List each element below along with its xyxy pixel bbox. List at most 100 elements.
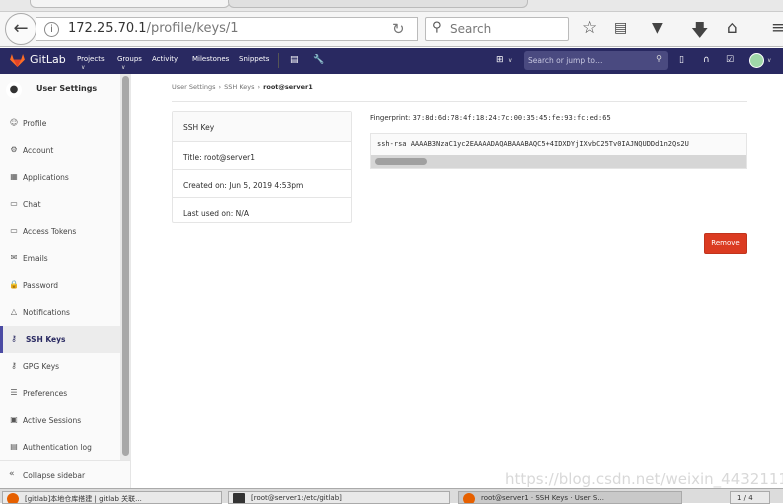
sidebar-header[interactable]: ● User Settings [0, 74, 120, 106]
horizontal-scrollbar[interactable] [371, 155, 746, 168]
key-title: Title: root@server1 [173, 142, 351, 170]
reload-icon[interactable]: ↻ [392, 20, 405, 38]
breadcrumb: User Settings › SSH Keys › root@server1 [172, 83, 313, 91]
profile-icon: ☺ [9, 118, 19, 127]
browser-search-input[interactable]: ⚲ Search [425, 17, 569, 41]
taskbar-label: [root@server1:/etc/gitlab] [251, 494, 342, 502]
gitlab-navbar: GitLab Projects ∨ Groups ∨ Activity Mile… [0, 48, 783, 74]
sidebar-item-authentication-log[interactable]: ▤ Authentication log [0, 434, 120, 461]
taskbar-item-active[interactable]: root@server1 · SSH Keys · User S... [458, 491, 682, 504]
pocket-icon[interactable]: ▼ [652, 20, 663, 36]
back-icon[interactable]: ← [5, 13, 37, 45]
taskbar-label: [gitlab]本地仓库搭建 | gitlab 关联... [25, 495, 142, 503]
browser-tab-strip [0, 0, 783, 12]
sidebar-item-ssh-keys[interactable]: ⚷ SSH Keys [0, 326, 120, 353]
workspace-pager[interactable]: 1 / 4 [730, 491, 770, 504]
sidebar-item-label: Profile [23, 119, 47, 128]
nav-groups[interactable]: Groups [117, 55, 142, 63]
public-key-text[interactable]: ssh-rsa AAAAB3NzaC1yc2EAAAADAQABAAABAQC5… [377, 140, 689, 148]
sidebar-scrollbar[interactable] [120, 74, 131, 460]
key-created: Created on: Jun 5, 2019 4:53pm [173, 170, 351, 198]
sidebar-item-applications[interactable]: ▦ Applications [0, 164, 120, 191]
scrollbar-thumb[interactable] [375, 158, 427, 165]
fingerprint-label: Fingerprint: [370, 114, 411, 122]
sidebar-item-gpg-keys[interactable]: ⚷ GPG Keys [0, 353, 120, 380]
double-chevron-left-icon: « [9, 469, 15, 479]
account-icon: ⚙ [10, 145, 18, 154]
sidebar-item-preferences[interactable]: ☰ Preferences [0, 380, 120, 407]
card-header: SSH Key [173, 112, 351, 142]
chevron-right-icon: › [257, 83, 261, 91]
reading-list-icon[interactable]: ▤ [614, 20, 627, 36]
search-placeholder: Search or jump to… [528, 56, 603, 65]
breadcrumb-ssh-keys[interactable]: SSH Keys [224, 83, 254, 91]
sidebar: ● User Settings ☺ Profile ⚙ Account ▦ Applica… [0, 74, 131, 488]
taskbar-item[interactable]: [root@server1:/etc/gitlab] [228, 491, 450, 504]
gitlab-search-input[interactable]: Search or jump to… ⚲ [524, 51, 668, 70]
sidebar-item-label: Notifications [23, 308, 70, 317]
wrench-icon[interactable]: 🔧 [313, 55, 324, 65]
lock-icon: 🔒 [9, 280, 19, 289]
sidebar-item-profile[interactable]: ☺ Profile [0, 110, 120, 137]
issues-icon[interactable]: ▯ [679, 55, 684, 65]
sidebar-item-label: Emails [23, 254, 48, 263]
gitlab-brand[interactable]: GitLab [30, 53, 66, 66]
download-icon[interactable]: 🡇 [691, 18, 708, 47]
nav-activity[interactable]: Activity [152, 55, 178, 63]
sidebar-item-label: Access Tokens [23, 227, 77, 236]
sidebar-item-label: Password [23, 281, 59, 290]
url-path: /profile/keys/1 [146, 21, 239, 36]
email-icon: ✉ [10, 253, 18, 262]
url-bar[interactable]: i 172.25.70.1/profile/keys/1 ↻ [36, 17, 418, 41]
url-host: 172.25.70.1 [68, 21, 147, 36]
nav-projects[interactable]: Projects [77, 55, 105, 63]
key-last-used: Last used on: N/A [183, 209, 249, 218]
sidebar-item-access-tokens[interactable]: ▭ Access Tokens [0, 218, 120, 245]
sidebar-item-label: Preferences [23, 389, 68, 398]
home-icon[interactable]: ⌂ [727, 18, 738, 38]
chat-icon: ▭ [10, 199, 18, 208]
remove-button[interactable]: Remove [704, 233, 747, 254]
search-icon: ⚲ [656, 54, 662, 63]
menu-icon[interactable]: ≡ [771, 18, 783, 38]
browser-tab[interactable] [30, 0, 230, 8]
nav-milestones[interactable]: Milestones [192, 55, 229, 63]
sidebar-title: User Settings [36, 84, 98, 93]
info-icon[interactable]: i [44, 22, 59, 37]
sidebar-item-active-sessions[interactable]: ▣ Active Sessions [0, 407, 120, 434]
scrollbar-thumb[interactable] [122, 76, 129, 456]
ssh-key-card: SSH Key Title: root@server1 Created on: … [172, 111, 352, 223]
avatar[interactable] [749, 53, 764, 68]
sidebar-item-label: Account [23, 146, 54, 155]
chart-icon[interactable]: ▤ [290, 55, 299, 65]
breadcrumb-user-settings[interactable]: User Settings [172, 83, 216, 91]
plus-square-icon[interactable]: ⊞ [496, 55, 504, 65]
sidebar-item-account[interactable]: ⚙ Account [0, 137, 120, 164]
gitlab-logo-icon[interactable] [10, 54, 25, 67]
breadcrumb-current[interactable]: root@server1 [263, 83, 313, 91]
firefox-icon [463, 493, 475, 503]
sidebar-item-label: GPG Keys [23, 362, 60, 371]
sidebar-item-emails[interactable]: ✉ Emails [0, 245, 120, 272]
star-icon[interactable]: ☆ [582, 18, 597, 38]
user-icon: ● [6, 82, 22, 98]
sidebar-item-notifications[interactable]: △ Notifications [0, 299, 120, 326]
chevron-down-icon: ∨ [767, 57, 772, 64]
collapse-sidebar-button[interactable]: « Collapse sidebar [0, 460, 131, 488]
terminal-icon [233, 493, 245, 503]
merge-request-icon[interactable]: ∩ [703, 55, 710, 65]
sidebar-item-label: Chat [23, 200, 41, 209]
sidebar-item-chat[interactable]: ▭ Chat [0, 191, 120, 218]
todo-icon[interactable]: ☑ [726, 55, 734, 65]
key-icon: ⚷ [11, 334, 17, 343]
taskbar-item[interactable]: [gitlab]本地仓库搭建 | gitlab 关联... [2, 491, 222, 504]
sidebar-item-password[interactable]: 🔒 Password [0, 272, 120, 299]
public-key-box[interactable]: ssh-rsa AAAAB3NzaC1yc2EAAAADAQABAAABAQC5… [370, 133, 747, 169]
nav-snippets[interactable]: Snippets [239, 55, 269, 63]
log-icon: ▤ [10, 442, 18, 451]
browser-tab[interactable] [228, 0, 528, 8]
monitor-icon: ▣ [10, 415, 18, 424]
sidebar-item-label: Applications [23, 173, 69, 182]
search-icon: ⚲ [432, 20, 442, 35]
key-icon: ⚷ [11, 361, 17, 370]
